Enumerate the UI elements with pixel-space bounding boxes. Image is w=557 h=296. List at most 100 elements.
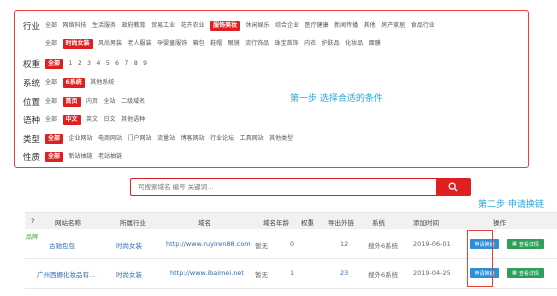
filter-option[interactable]: 全部: [45, 59, 64, 69]
filter-option[interactable]: 9: [143, 59, 147, 69]
filter-option[interactable]: 流量站: [157, 134, 175, 144]
filter-label-nature: 性质: [23, 153, 41, 163]
col-system: 系统: [372, 219, 385, 227]
filter-option[interactable]: 企业网站: [69, 134, 93, 144]
detail-icon: ▦: [512, 241, 517, 247]
row-tag: 品牌: [26, 234, 39, 241]
filter-option[interactable]: 医疗健康: [305, 21, 329, 31]
domain-link[interactable]: http://www.ibaimei.net: [170, 269, 244, 277]
step2-annotation: 第二步 申请换链: [478, 200, 544, 210]
filter-option[interactable]: 8: [134, 59, 138, 69]
filter-option[interactable]: 眼镜: [228, 39, 240, 49]
filter-option[interactable]: 全部: [45, 134, 64, 144]
filter-option[interactable]: 食品行业: [411, 21, 435, 31]
domain-age: 暂无: [255, 242, 268, 250]
domain-age: 暂无: [255, 271, 268, 279]
filter-option[interactable]: 其他语种: [121, 115, 145, 125]
filter-option[interactable]: 新闻传播: [334, 21, 358, 31]
filter-option[interactable]: 花卉农业: [181, 21, 205, 31]
filter-option[interactable]: 全站: [104, 97, 116, 107]
filter-option[interactable]: 4: [97, 59, 101, 69]
filter-option[interactable]: 休闲娱乐: [246, 21, 270, 31]
filter-option[interactable]: 全部: [45, 115, 57, 125]
filter-option[interactable]: 日文: [104, 115, 116, 125]
filter-option[interactable]: 风尚男装: [98, 39, 122, 49]
view-detail-button[interactable]: ▦ 查看详情: [507, 239, 544, 249]
filter-option[interactable]: 新站抽链: [69, 152, 93, 162]
filter-option[interactable]: 7: [124, 59, 128, 69]
filter-option[interactable]: 孕婴童服饰: [157, 39, 187, 49]
filter-option[interactable]: 博客网站: [181, 134, 205, 144]
filter-option[interactable]: 生活服务: [92, 21, 116, 31]
filter-option[interactable]: 首页: [62, 97, 81, 107]
weight-value: 0: [290, 240, 295, 248]
filter-option[interactable]: 3: [87, 59, 91, 69]
search-icon: [448, 182, 458, 192]
industry-link[interactable]: 时尚女装: [116, 269, 142, 279]
filter-option[interactable]: 珠宝首饰: [275, 39, 299, 49]
filter-option[interactable]: 2: [78, 59, 82, 69]
filter-option[interactable]: 英文: [86, 115, 98, 125]
filter-option[interactable]: 6系统: [62, 78, 85, 88]
col-weight: 权重: [301, 219, 314, 227]
view-detail-button[interactable]: ▦ 查看详情: [507, 268, 544, 278]
filter-option[interactable]: 综合企业: [275, 21, 299, 31]
apply-highlight-box: [467, 230, 493, 287]
step1-annotation: 第一步 选择合适的条件: [290, 94, 383, 104]
filter-option[interactable]: 6: [115, 59, 119, 69]
col-industry: 所属行业: [120, 219, 146, 227]
col-domain: 域名: [198, 219, 211, 227]
industry-link[interactable]: 时尚女装: [116, 240, 142, 250]
filter-option[interactable]: 全部: [45, 97, 57, 107]
filter-option[interactable]: 房产家居: [381, 21, 405, 31]
domain-link[interactable]: http://www.ruyiren88.com: [166, 240, 251, 248]
system-value: 搜外6系统: [368, 271, 399, 279]
site-name-link[interactable]: 广州西娜化妆品有...: [37, 269, 95, 279]
filter-option[interactable]: 中文: [62, 115, 81, 125]
filter-option[interactable]: 全部: [45, 152, 64, 162]
filter-option[interactable]: 全部: [45, 21, 57, 31]
filter-option[interactable]: 其他类型: [269, 134, 293, 144]
filter-option[interactable]: 老人服装: [128, 39, 152, 49]
view-detail-label: 查看详情: [518, 241, 539, 248]
filter-row-system: 系统 全部 6系统 其他系统: [23, 76, 120, 90]
filter-row-nature: 性质 全部 新站抽链 老站抽链: [23, 150, 128, 164]
filter-row-position: 位置 全部 首页 内页 全站 二级域名: [23, 95, 151, 109]
filter-option[interactable]: 1: [69, 59, 73, 69]
site-name-link[interactable]: 古驰包包: [49, 240, 75, 250]
filter-option[interactable]: 护肤品: [322, 39, 340, 49]
col-added-date: 添加时间: [413, 219, 439, 227]
filter-option[interactable]: 门户网站: [128, 134, 152, 144]
filter-option[interactable]: 内衣: [304, 39, 316, 49]
filter-option[interactable]: 时尚女装: [62, 39, 93, 49]
filter-option[interactable]: 政府教育: [122, 21, 146, 31]
search-button[interactable]: [436, 179, 470, 195]
outlinks-value[interactable]: 12: [340, 240, 348, 248]
filter-option[interactable]: 鞋帽: [210, 39, 222, 49]
filter-label-language: 语种: [23, 116, 41, 126]
filter-option[interactable]: 箱包: [193, 39, 205, 49]
filter-option[interactable]: 内页: [86, 97, 98, 107]
filter-option[interactable]: 贸易工业: [151, 21, 175, 31]
filter-option[interactable]: 电商网站: [98, 134, 122, 144]
filter-option[interactable]: 行业论坛: [210, 134, 234, 144]
filter-label-industry: 行业: [23, 22, 41, 32]
filter-option[interactable]: 工具网站: [240, 134, 264, 144]
filter-option[interactable]: 全部: [45, 78, 57, 88]
filter-option[interactable]: 全部: [45, 39, 57, 49]
filter-row-language: 语种 全部 中文 英文 日文 其他语种: [23, 113, 151, 127]
filter-row-industry: 行业 全部 网络科技 生活服务 政府教育 贸易工业 花卉农业 服饰美妆 休闲娱乐 综合企业 医疗健…: [23, 19, 440, 33]
search-input[interactable]: [131, 179, 436, 195]
filter-option[interactable]: 面膜: [369, 39, 381, 49]
filter-option[interactable]: 化妆品: [345, 39, 363, 49]
filter-option[interactable]: 服饰美妆: [210, 21, 241, 31]
filter-option[interactable]: 二级域名: [121, 97, 145, 107]
filter-option[interactable]: 网络科技: [63, 21, 87, 31]
col-domain-age: 域名年龄: [263, 219, 289, 227]
filter-option[interactable]: 流行饰品: [245, 39, 269, 49]
filter-option[interactable]: 其他系统: [90, 78, 114, 88]
filter-option[interactable]: 其他: [364, 21, 376, 31]
filter-option[interactable]: 5: [106, 59, 110, 69]
filter-option[interactable]: 老站抽链: [98, 152, 122, 162]
outlinks-value[interactable]: 23: [340, 269, 348, 277]
